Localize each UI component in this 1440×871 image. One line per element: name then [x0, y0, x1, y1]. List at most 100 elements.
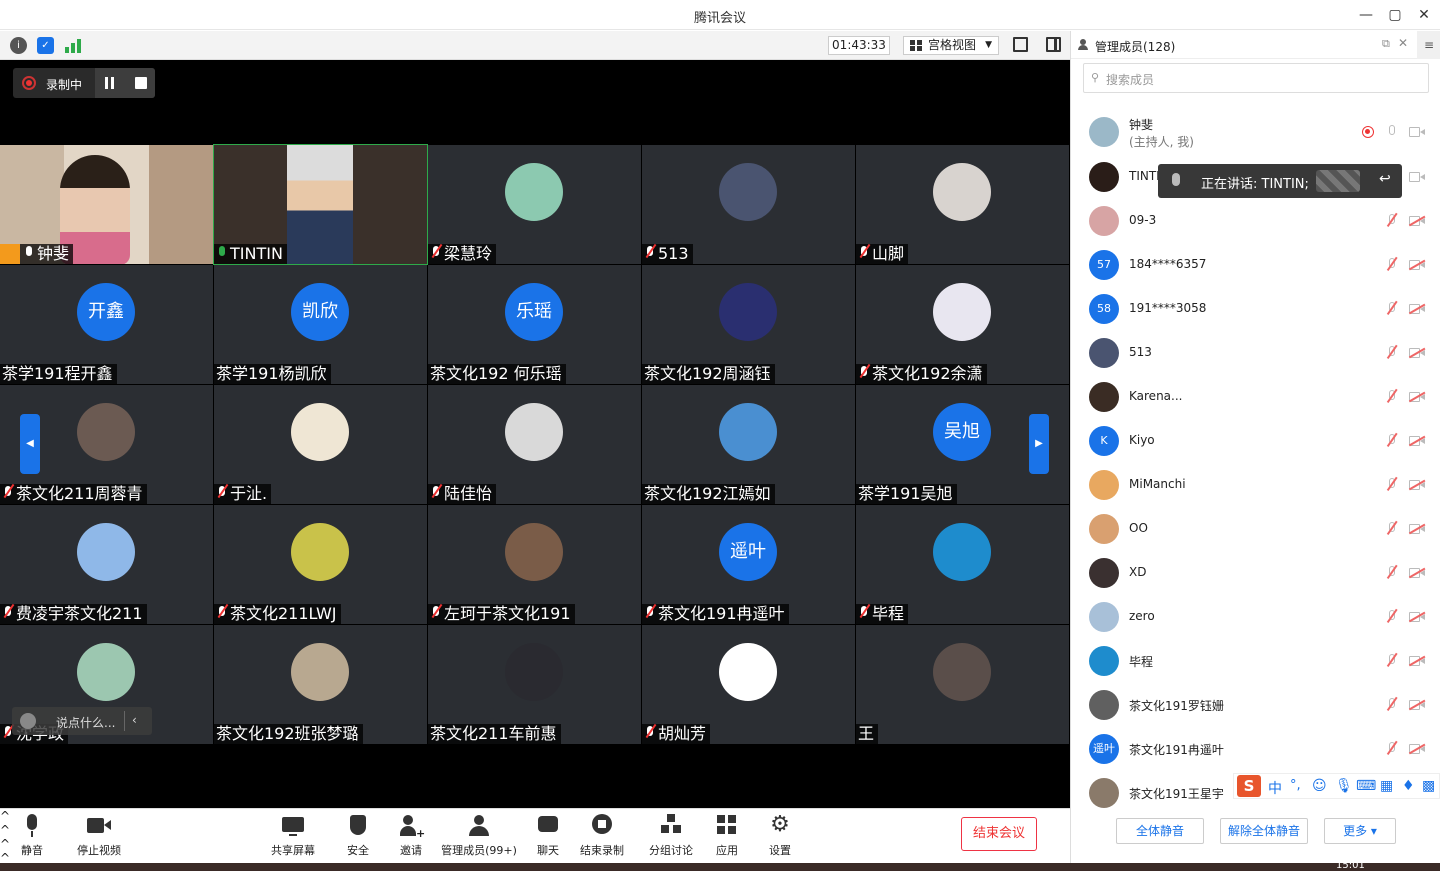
grid-icon[interactable]: ▩	[1422, 778, 1435, 794]
info-icon[interactable]: i	[10, 37, 27, 54]
member-row[interactable]: 57 184****6357	[1071, 243, 1440, 287]
participant-tile[interactable]: 毕程	[856, 505, 1069, 624]
camera-off-icon[interactable]	[1408, 479, 1426, 491]
camera-off-icon[interactable]	[1408, 435, 1426, 447]
camera-off-icon[interactable]	[1408, 611, 1426, 623]
emoji-icon[interactable]: ☺	[1312, 778, 1327, 794]
camera-off-icon[interactable]	[1408, 259, 1426, 271]
pause-recording-button[interactable]	[95, 68, 125, 98]
participant-tile[interactable]: 凯欣 茶学191杨凯欣	[214, 265, 427, 384]
stop-video-button[interactable]: 停止视频	[72, 814, 126, 858]
participant-tile[interactable]: 茶文化211车前惠	[428, 625, 641, 744]
mic-muted-icon[interactable]	[1385, 608, 1399, 625]
camera-off-icon[interactable]	[1408, 523, 1426, 535]
participant-tile[interactable]: 茶文化192余潇	[856, 265, 1069, 384]
member-row[interactable]: Karena...	[1071, 375, 1440, 419]
participant-tile[interactable]: 于沚.	[214, 385, 427, 504]
participant-tile[interactable]: 茶文化211LWJ	[214, 505, 427, 624]
participant-tile[interactable]: 陆佳怡	[428, 385, 641, 504]
more-button[interactable]: 更多 ▾	[1324, 818, 1396, 844]
mute-all-button[interactable]: 全体静音	[1116, 818, 1204, 844]
camera-off-icon[interactable]	[1408, 743, 1426, 755]
stop-recording-button[interactable]	[135, 77, 147, 89]
member-row-host[interactable]: 钟斐 (主持人, 我)	[1071, 109, 1440, 155]
maximize-button[interactable]: ▢	[1382, 4, 1408, 26]
participant-tile[interactable]: TINTIN	[213, 144, 428, 265]
member-row[interactable]: 遥叶 茶文化191冉遥叶	[1071, 727, 1440, 771]
mic-muted-icon[interactable]	[1385, 696, 1399, 713]
sidebar-toggle-icon[interactable]	[1046, 37, 1061, 52]
member-row[interactable]: OO	[1071, 507, 1440, 551]
invite-button[interactable]: + 邀请	[393, 814, 429, 858]
close-button[interactable]: ✕	[1411, 4, 1437, 26]
keyboard-icon[interactable]: ⌨	[1356, 778, 1376, 794]
participant-tile[interactable]: 左珂于茶文化191	[428, 505, 641, 624]
chat-quick-input[interactable]: 说点什么... ‹	[12, 707, 152, 735]
breakout-button[interactable]: 分组讨论	[646, 814, 696, 858]
member-row[interactable]: 09-3	[1071, 199, 1440, 243]
mic-muted-icon[interactable]	[1385, 344, 1399, 361]
chevron-left-icon[interactable]: ‹	[132, 713, 137, 727]
menu-icon[interactable]: ≡	[1417, 31, 1440, 59]
end-meeting-button[interactable]: 结束会议	[961, 817, 1037, 851]
participant-tile[interactable]: 乐瑶 茶文化192 何乐瑶	[428, 265, 641, 384]
camera-off-icon[interactable]	[1408, 215, 1426, 227]
security-button[interactable]: 安全	[340, 814, 376, 858]
toolbox-icon[interactable]: ▦	[1380, 778, 1393, 794]
mic-muted-icon[interactable]	[1385, 520, 1399, 537]
sogou-icon[interactable]: S	[1237, 775, 1261, 797]
participant-tile[interactable]: 王	[856, 625, 1069, 744]
close-icon[interactable]: ✕	[1398, 36, 1408, 50]
mic-muted-icon[interactable]	[1385, 564, 1399, 581]
shield-icon[interactable]: ✓	[37, 37, 54, 54]
participant-tile[interactable]: 梁慧玲	[428, 145, 641, 264]
participant-tile[interactable]: 胡灿芳	[642, 625, 855, 744]
mic-muted-icon[interactable]	[1385, 652, 1399, 669]
mic-muted-icon[interactable]	[1385, 432, 1399, 449]
ime-mode[interactable]: 中	[1268, 778, 1282, 798]
return-icon[interactable]: ↩	[1379, 171, 1391, 187]
camera-off-icon[interactable]	[1408, 303, 1426, 315]
voice-icon[interactable]: 🎙	[1335, 778, 1353, 794]
participant-tile[interactable]: 开鑫 茶学191程开鑫	[0, 265, 213, 384]
end-recording-button[interactable]: 结束录制	[576, 814, 628, 858]
camera-off-icon[interactable]	[1408, 567, 1426, 579]
next-page-button[interactable]: ▶	[1029, 414, 1049, 474]
camera-off-icon[interactable]	[1408, 699, 1426, 711]
mic-muted-icon[interactable]	[1385, 300, 1399, 317]
member-row[interactable]: MiManchi	[1071, 463, 1440, 507]
settings-button[interactable]: ⚙ 设置	[762, 814, 798, 858]
prev-page-button[interactable]: ◀	[20, 414, 40, 474]
member-row[interactable]: zero	[1071, 595, 1440, 639]
camera-off-icon[interactable]	[1408, 391, 1426, 403]
camera-off-icon[interactable]	[1408, 655, 1426, 667]
member-row[interactable]: 513	[1071, 331, 1440, 375]
participant-tile[interactable]: 茶文化192班张梦璐	[214, 625, 427, 744]
participant-tile[interactable]: 茶文化192周涵钰	[642, 265, 855, 384]
fullscreen-icon[interactable]	[1013, 37, 1028, 52]
participant-tile[interactable]: 513	[642, 145, 855, 264]
mic-muted-icon[interactable]	[1385, 212, 1399, 229]
participant-tile[interactable]: 遥叶 茶文化191冉遥叶	[642, 505, 855, 624]
participant-tile[interactable]: 山脚	[856, 145, 1069, 264]
participant-tile[interactable]: 费凌宇茶文化211	[0, 505, 213, 624]
camera-icon[interactable]	[1409, 126, 1425, 138]
camera-icon[interactable]	[1409, 171, 1425, 183]
apps-button[interactable]: 应用	[709, 814, 745, 858]
mic-muted-icon[interactable]	[1385, 256, 1399, 273]
mic-muted-icon[interactable]	[1385, 476, 1399, 493]
microphone-icon[interactable]	[1385, 124, 1399, 140]
share-screen-button[interactable]: 共享屏幕	[267, 814, 319, 858]
unmute-all-button[interactable]: 解除全体静音	[1220, 818, 1308, 844]
skin-icon[interactable]: ♦	[1402, 778, 1415, 794]
emoji-icon[interactable]	[20, 713, 36, 729]
mic-muted-icon[interactable]	[1385, 388, 1399, 405]
camera-off-icon[interactable]	[1408, 347, 1426, 359]
member-row[interactable]: 茶文化191罗钰姗	[1071, 683, 1440, 727]
punctuation-icon[interactable]: °,	[1290, 778, 1301, 793]
search-input[interactable]: ⚲ 搜索成员	[1083, 63, 1429, 93]
member-row[interactable]: 毕程	[1071, 639, 1440, 683]
minimize-button[interactable]: —	[1353, 4, 1379, 26]
member-row[interactable]: K Kiyo	[1071, 419, 1440, 463]
popout-icon[interactable]: ⧉	[1382, 37, 1390, 51]
